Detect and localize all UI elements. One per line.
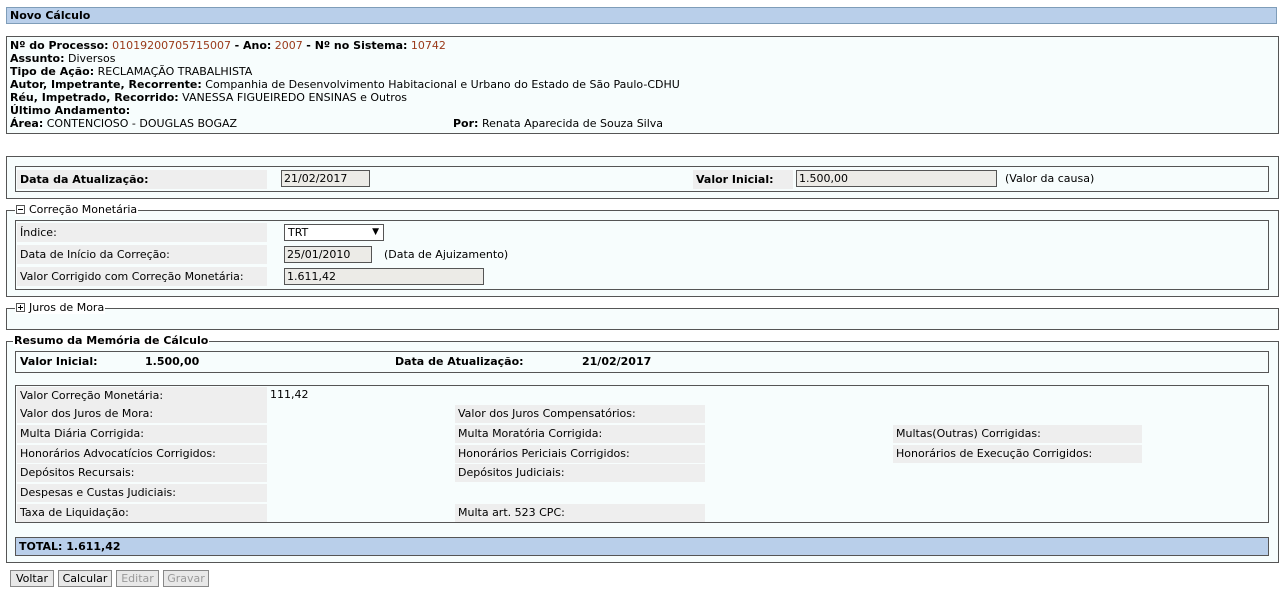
summary-initial-value: 1.500,00 — [145, 355, 200, 368]
subject-row: Assunto: Diversos — [10, 52, 1275, 65]
subject-label: Assunto: — [10, 52, 65, 65]
fine-523-label: Multa art. 523 CPC: — [455, 504, 705, 522]
page-title: Novo Cálculo — [6, 7, 1277, 24]
other-fines-label: Multas(Outras) Corrigidas: — [893, 425, 1142, 443]
correction-start-field[interactable]: 25/01/2010 — [284, 246, 372, 263]
monetary-correction-label: Valor Correção Monetária: — [17, 387, 267, 405]
process-number-label: Nº do Processo: — [10, 39, 109, 52]
summary-date-label: Data de Atualização: — [395, 355, 524, 368]
year-value: 2007 — [274, 39, 303, 52]
index-select[interactable]: TRT ▼ — [284, 224, 384, 241]
plaintiff-label: Autor, Impetrante, Recorrente: — [10, 78, 202, 91]
plaintiff-row: Autor, Impetrante, Recorrente: Companhia… — [10, 78, 1275, 91]
execution-fees-label: Honorários de Execução Corrigidos: — [893, 445, 1142, 463]
calculate-button[interactable]: Calcular — [58, 570, 112, 587]
action-type-row: Tipo de Ação: RECLAMAÇÃO TRABALHISTA — [10, 65, 1275, 78]
moratory-fine-label: Multa Moratória Corrigida: — [455, 425, 705, 443]
last-progress-row: Último Andamento: — [10, 104, 1275, 117]
compensatory-interest-label: Valor dos Juros Compensatórios: — [455, 405, 705, 423]
attorney-fees-label: Honorários Advocatícios Corrigidos: — [17, 445, 267, 463]
correction-start-note: (Data de Ajuizamento) — [384, 248, 509, 261]
defendant-value: VANESSA FIGUEIREDO ENSINAS e Outros — [182, 91, 408, 104]
monetary-correction-value: 111,42 — [270, 388, 309, 401]
dropdown-arrow-icon: ▼ — [372, 227, 379, 237]
collapse-icon[interactable] — [16, 204, 25, 214]
save-button[interactable]: Gravar — [163, 570, 209, 587]
summary-date-value: 21/02/2017 — [582, 355, 652, 368]
corrected-value-field[interactable]: 1.611,42 — [284, 268, 484, 285]
index-label: Índice: — [17, 223, 267, 242]
court-costs-label: Despesas e Custas Judiciais: — [17, 484, 267, 502]
daily-fine-label: Multa Diária Corrigida: — [17, 425, 267, 443]
by-group: Por: Renata Aparecida de Souza Silva — [453, 117, 663, 130]
update-date-label: Data da Atualização: — [17, 170, 267, 189]
subject-value: Diversos — [67, 52, 116, 65]
correction-start-label: Data de Início da Correção: — [17, 245, 267, 264]
initial-value-label: Valor Inicial: — [693, 170, 793, 189]
edit-button[interactable]: Editar — [116, 570, 159, 587]
corrected-value-label: Valor Corrigido com Correção Monetária: — [17, 267, 267, 286]
appeal-deposits-label: Depósitos Recursais: — [17, 464, 267, 482]
area-label: Área: — [10, 117, 44, 130]
action-type-label: Tipo de Ação: — [10, 65, 95, 78]
last-progress-label: Último Andamento: — [10, 104, 131, 117]
area-row: Área: CONTENCIOSO - DOUGLAS BOGAZ Por: R… — [10, 117, 1275, 130]
process-info-panel: Nº do Processo: 01019200705715007 - Ano:… — [6, 36, 1279, 134]
year-label: Ano: — [242, 39, 272, 52]
area-value: CONTENCIOSO - DOUGLAS BOGAZ — [46, 117, 238, 130]
process-number-value: 01019200705715007 — [112, 39, 232, 52]
interest-legend[interactable]: Juros de Mora — [15, 301, 106, 314]
action-type-value: RECLAMAÇÃO TRABALHISTA — [97, 65, 253, 78]
liquidation-fee-label: Taxa de Liquidação: — [17, 504, 267, 522]
by-label: Por: — [453, 117, 479, 130]
interest-frame — [6, 308, 1279, 330]
total-bar: TOTAL: 1.611,42 — [15, 537, 1269, 556]
process-number-row: Nº do Processo: 01019200705715007 - Ano:… — [10, 39, 446, 52]
summary-legend: Resumo da Memória de Cálculo — [13, 334, 210, 347]
expert-fees-label: Honorários Periciais Corrigidos: — [455, 445, 705, 463]
correction-legend[interactable]: Correção Monetária — [15, 203, 139, 216]
system-number-value: 10742 — [410, 39, 446, 52]
summary-initial-label: Valor Inicial: — [20, 355, 98, 368]
initial-value-note: (Valor da causa) — [1005, 172, 1095, 185]
defendant-row: Réu, Impetrado, Recorrido: VANESSA FIGUE… — [10, 91, 1275, 104]
expand-icon[interactable] — [16, 302, 25, 312]
update-date-field[interactable]: 21/02/2017 — [281, 170, 370, 187]
defendant-label: Réu, Impetrado, Recorrido: — [10, 91, 179, 104]
system-number-label: Nº no Sistema: — [314, 39, 408, 52]
plaintiff-value: Companhia de Desenvolvimento Habitaciona… — [205, 78, 680, 91]
late-interest-label: Valor dos Juros de Mora: — [17, 405, 267, 423]
by-value: Renata Aparecida de Souza Silva — [481, 117, 664, 130]
back-button[interactable]: Voltar — [10, 570, 54, 587]
initial-value-field[interactable]: 1.500,00 — [796, 170, 997, 187]
judicial-deposits-label: Depósitos Judiciais: — [455, 464, 705, 482]
